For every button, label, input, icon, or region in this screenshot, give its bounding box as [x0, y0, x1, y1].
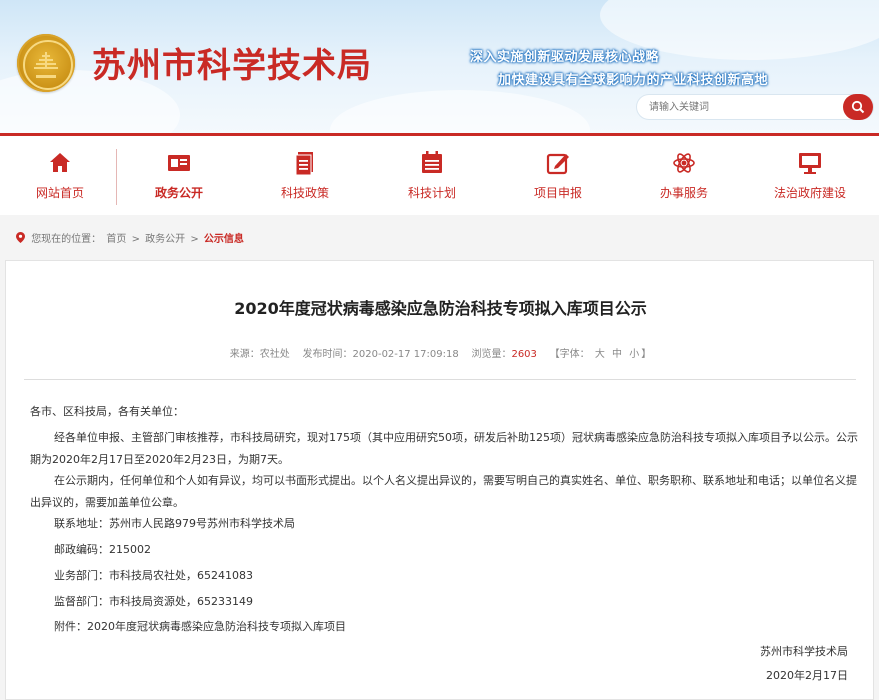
main-nav: 网站首页 政务公开 科技政策 科技计划 项目申报 办事服务 法治政府建设: [0, 133, 879, 215]
attachment-link[interactable]: 附件：2020年度冠状病毒感染应急防治科技专项拟入库项目: [30, 616, 860, 638]
search-icon: [851, 100, 865, 114]
divider: [24, 379, 856, 380]
nav-label: 政务公开: [154, 186, 203, 200]
font-size-label: 【字体：: [549, 349, 590, 360]
slogan-line-2: 加快建设具有全球影响力的产业科技创新高地: [498, 73, 769, 88]
breadcrumb-current[interactable]: 公示信息: [204, 234, 244, 245]
nav-label: 项目申报: [533, 186, 582, 200]
meta-views-label: 浏览量：: [471, 349, 512, 360]
signature-date: 2020年2月17日: [766, 669, 848, 682]
paragraph-2: 在公示期内，任何单位和个人如有异议，均可以书面形式提出。以个人名义提出异议的，需…: [30, 474, 857, 509]
nav-item-plan[interactable]: 科技计划: [382, 150, 482, 210]
breadcrumb-separator: >: [190, 234, 199, 245]
breadcrumb-separator: >: [131, 234, 140, 245]
article-panel: 2020年度冠状病毒感染应急防治科技专项拟入库项目公示 来源：农社处 发布时间：…: [5, 260, 874, 700]
site-header: 苏州市科学技术局 深入实施创新驱动发展核心战略 加快建设具有全球影响力的产业科技…: [0, 0, 879, 133]
search-button[interactable]: [843, 94, 873, 120]
breadcrumb-home-link[interactable]: 首页: [106, 234, 126, 245]
nav-item-rule-of-law[interactable]: 法治政府建设: [760, 150, 860, 210]
monitor-icon: [799, 153, 821, 174]
business-department: 业务部门：市科技局农社处，65241083: [54, 569, 253, 582]
meta-source: 来源：农社处: [229, 349, 290, 360]
home-icon: [50, 153, 70, 172]
nav-divider: [116, 149, 117, 205]
greeting: 各市、区科技局，各有关单位：: [30, 405, 184, 418]
search-input[interactable]: [649, 98, 829, 116]
supervision-department: 监督部门：市科技局资源处，65233149: [54, 595, 253, 608]
emblem-band: [36, 75, 56, 78]
font-size-large-button[interactable]: 大: [595, 349, 605, 360]
breadcrumb: 您现在的位置： 首页 > 政务公开 > 公示信息: [16, 230, 246, 245]
nav-item-services[interactable]: 办事服务: [634, 150, 734, 210]
article-title: 2020年度冠状病毒感染应急防治科技专项拟入库项目公示: [234, 299, 647, 318]
edit-icon: [546, 153, 569, 175]
nav-label: 办事服务: [659, 186, 708, 200]
article-meta: 来源：农社处 发布时间：2020-02-17 17:09:18 浏览量：2603…: [6, 345, 875, 360]
font-size-close: 】: [641, 349, 652, 360]
site-title[interactable]: 苏州市科学技术局: [92, 38, 372, 87]
nav-label: 法治政府建设: [773, 186, 846, 200]
nav-item-home[interactable]: 网站首页: [10, 150, 110, 210]
meta-date: 发布时间：2020-02-17 17:09:18: [302, 349, 459, 360]
nav-item-policy[interactable]: 科技政策: [255, 150, 355, 210]
paragraph-1: 经各单位申报、主管部门审核推荐，市科技局研究，现对175项（其中应用研究50项，…: [30, 431, 858, 466]
atom-icon: [673, 153, 695, 173]
government-emblem-logo[interactable]: [17, 34, 75, 92]
nav-label: 网站首页: [35, 186, 84, 200]
breadcrumb-prefix: 您现在的位置：: [31, 234, 102, 245]
meta-views-count: 2603: [511, 349, 537, 360]
signature: 苏州市科学技术局: [760, 645, 848, 658]
nav-item-government-affairs[interactable]: 政务公开: [129, 150, 229, 210]
slogan-line-1: 深入实施创新驱动发展核心战略: [470, 50, 660, 65]
postcode: 邮政编码：215002: [54, 543, 151, 556]
breadcrumb-gov-affairs-link[interactable]: 政务公开: [145, 234, 185, 245]
location-pin-icon: [16, 232, 25, 243]
nav-label: 科技政策: [280, 186, 329, 200]
search-box: [637, 95, 873, 119]
document-icon: [295, 152, 313, 176]
calendar-icon: [422, 151, 442, 173]
contact-address: 联系地址：苏州市人民路979号苏州市科学技术局: [54, 517, 295, 530]
font-size-small-button[interactable]: 小: [629, 349, 639, 360]
font-size-medium-button[interactable]: 中: [612, 349, 622, 360]
emblem-icon: [34, 52, 58, 69]
cloud-decoration: [330, 90, 590, 133]
nav-item-project-application[interactable]: 项目申报: [508, 150, 608, 210]
id-card-icon: [168, 155, 190, 171]
nav-label: 科技计划: [407, 186, 456, 200]
